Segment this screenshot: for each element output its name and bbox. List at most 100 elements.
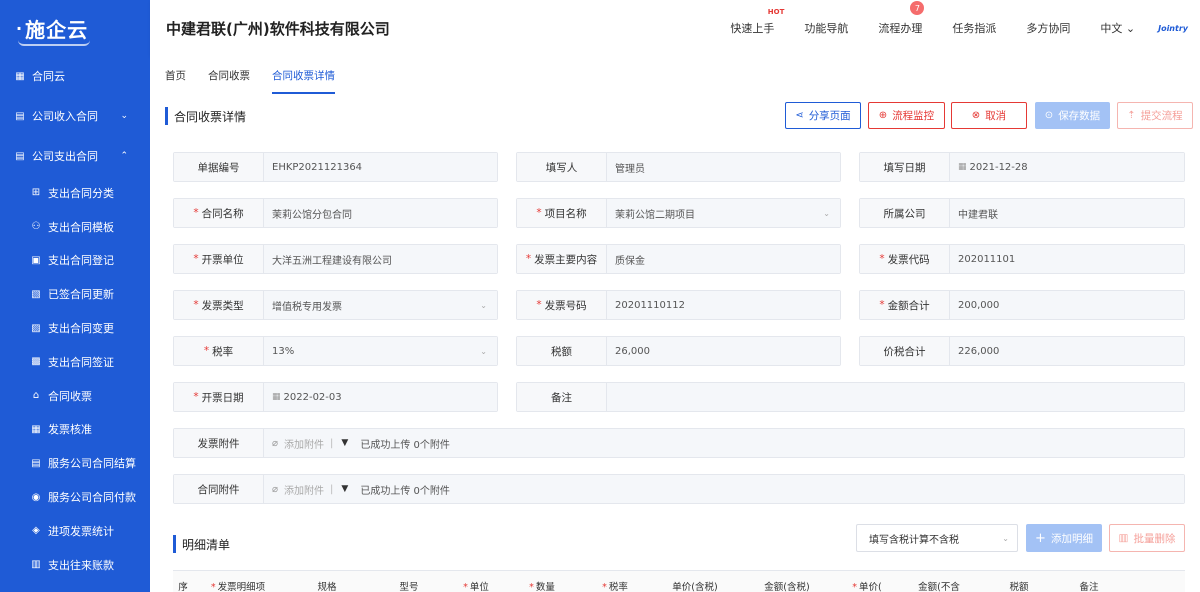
menu-task-assign[interactable]: 任务指派 bbox=[952, 20, 996, 36]
invoice-code-field[interactable]: * 发票代码 202011101 bbox=[859, 244, 1185, 274]
contract-name-input[interactable]: 茉莉公馆分包合同 bbox=[264, 199, 497, 227]
tab-contract-invoice-detail[interactable]: 合同收票详情 bbox=[272, 56, 335, 96]
sidebar-item-income-contract[interactable]: ▤ 公司收入合同 ⌄ bbox=[0, 96, 150, 136]
cancel-button[interactable]: ⊗ 取消 bbox=[951, 102, 1027, 129]
tax-mode-select[interactable]: 填写含税计算不含税 ⌄ bbox=[856, 524, 1018, 552]
monitor-button[interactable]: ⊕ 流程监控 bbox=[868, 102, 945, 129]
sidebar-subitem-label: 服务公司合同付款 bbox=[48, 491, 136, 505]
write-date-field: 填写日期 ▦ 2021-12-28 bbox=[859, 152, 1185, 182]
sidebar-subitem[interactable]: ⚇ 支出合同模板 bbox=[0, 210, 150, 244]
sidebar: · 施企云 ▦ 合同云 ▤ 公司收入合同 ⌄ ▤ 公司支出合同 ⌃ ⊞ 支出合同分类… bbox=[0, 0, 150, 592]
submit-button[interactable]: ⇡ 提交流程 bbox=[1117, 102, 1193, 129]
sidebar-subitem-label: 支出合同变更 bbox=[48, 322, 114, 336]
project-name-select[interactable]: 茉莉公馆二期项目 ⌄ bbox=[607, 199, 840, 227]
remark-field[interactable]: 备注 bbox=[516, 382, 1185, 412]
sidebar-subitem[interactable]: ◉ 服务公司合同付款 bbox=[0, 480, 150, 514]
menu-process[interactable]: 流程办理 7 bbox=[878, 1, 925, 36]
remark-input[interactable] bbox=[607, 383, 1184, 411]
ledger-icon: ▥ bbox=[31, 559, 41, 571]
tab-home[interactable]: 首页 bbox=[165, 56, 186, 96]
sidebar-subitem[interactable]: ▧ 已签合同更新 bbox=[0, 277, 150, 311]
save-button[interactable]: ⊙ 保存数据 bbox=[1035, 102, 1110, 129]
column-header: * 单位 bbox=[463, 582, 489, 592]
invoice-form: 单据编号 EHKP2021121364 填写人 管理员 填写日期 ▦ 2021-1… bbox=[165, 140, 1193, 592]
sidebar-subitem[interactable]: ▣ 支出合同登记 bbox=[0, 244, 150, 278]
tax-rate-field[interactable]: * 税率 13% ⌄ bbox=[173, 336, 498, 366]
attachment-dropdown-icon[interactable]: ▼ bbox=[341, 484, 348, 494]
tab-contract-invoice[interactable]: 合同收票 bbox=[208, 56, 250, 96]
payment-icon: ◉ bbox=[31, 491, 41, 503]
invoice-attachment-value: ⌀ 添加附件 | ▼ 已成功上传 0个附件 bbox=[264, 429, 1184, 457]
sidebar-subitem[interactable]: ▦ 发票核准 bbox=[0, 413, 150, 447]
main-content: 合同收票详情 ⋖ 分享页面 ⊕ 流程监控 ⊗ 取消 ⊙ 保存数据 ⇡ 提交流程 单据编号 … bbox=[150, 96, 1200, 592]
amount-total-input[interactable]: 200,000 bbox=[950, 291, 1184, 319]
invoice-code-input[interactable]: 202011101 bbox=[950, 245, 1184, 273]
date-text: 2021-12-28 bbox=[969, 161, 1028, 173]
sidebar-subitem[interactable]: ▥ 支出往来账款 bbox=[0, 548, 150, 582]
amount-total-field[interactable]: * 金额合计 200,000 bbox=[859, 290, 1185, 320]
button-label: 提交流程 bbox=[1140, 110, 1183, 122]
add-detail-button[interactable]: + 添加明细 bbox=[1026, 524, 1102, 552]
tax-rate-select[interactable]: 13% ⌄ bbox=[264, 337, 497, 365]
invoice-no-field[interactable]: * 发票号码 20201110112 bbox=[516, 290, 841, 320]
language-select[interactable]: 中文 ⌄ bbox=[1100, 20, 1135, 36]
column-header: 规格 bbox=[317, 582, 337, 592]
chevron-down-icon: ⌄ bbox=[823, 208, 830, 218]
invoice-type-select[interactable]: 增值税专用发票 ⌄ bbox=[264, 291, 497, 319]
sidebar-item-contract-cloud[interactable]: ▦ 合同云 bbox=[0, 56, 150, 96]
share-button[interactable]: ⋖ 分享页面 bbox=[785, 102, 861, 129]
sidebar-subitem[interactable]: ⌂ 合同收票 bbox=[0, 379, 150, 413]
menu-function-nav[interactable]: 功能导航 bbox=[804, 20, 848, 36]
logo-dot-icon: · bbox=[16, 18, 24, 38]
field-label: 备注 bbox=[517, 383, 607, 411]
column-header: * 数量 bbox=[529, 582, 555, 592]
add-attachment-button[interactable]: 添加附件 bbox=[284, 482, 324, 497]
chevron-down-icon: ⌄ bbox=[1002, 533, 1009, 543]
write-date-value: ▦ 2021-12-28 bbox=[950, 153, 1184, 181]
sidebar-subitem[interactable]: ▩ 支出合同签证 bbox=[0, 345, 150, 379]
paperclip-icon: ⌀ bbox=[272, 437, 279, 449]
issuer-input[interactable]: 大洋五洲工程建设有限公司 bbox=[264, 245, 497, 273]
top-header: 中建君联(广州)软件科技有限公司 快速上手 HOT 功能导航 流程办理 7 任务指派… bbox=[150, 0, 1200, 56]
select-value: 增值税专用发票 bbox=[272, 301, 342, 313]
sidebar-subitem[interactable]: ⊞ 支出合同分类 bbox=[0, 176, 150, 210]
upload-status: 已成功上传 0个附件 bbox=[360, 439, 450, 451]
sidebar-subitem[interactable]: ◈ 进项发票统计 bbox=[0, 514, 150, 548]
issue-date-picker[interactable]: ▦ 2022-02-03 bbox=[264, 383, 497, 411]
writer-field: 填写人 管理员 bbox=[516, 152, 841, 182]
issuer-field[interactable]: * 开票单位 大洋五洲工程建设有限公司 bbox=[173, 244, 498, 274]
price-tax-total-value: 226,000 bbox=[950, 337, 1184, 365]
chevron-down-icon: ⌄ bbox=[480, 300, 487, 310]
field-label: * 税率 bbox=[174, 337, 264, 365]
menu-quick-start[interactable]: 快速上手 HOT bbox=[730, 8, 784, 36]
chevron-up-icon: ⌃ bbox=[120, 151, 128, 161]
chevron-down-icon: ⌄ bbox=[1125, 22, 1136, 35]
invoice-content-input[interactable]: 质保金 bbox=[607, 245, 840, 273]
field-label: * 合同名称 bbox=[174, 199, 264, 227]
issue-date-field[interactable]: * 开票日期 ▦ 2022-02-03 bbox=[173, 382, 498, 412]
check-icon: ⊙ bbox=[1044, 110, 1054, 121]
project-name-field[interactable]: * 项目名称 茉莉公馆二期项目 ⌄ bbox=[516, 198, 841, 228]
attachment-dropdown-icon[interactable]: ▼ bbox=[341, 438, 348, 448]
update-icon: ▧ bbox=[31, 288, 41, 300]
calendar-icon: ▦ bbox=[272, 392, 281, 402]
menu-label: 任务指派 bbox=[952, 22, 997, 35]
contract-name-field[interactable]: * 合同名称 茉莉公馆分包合同 bbox=[173, 198, 498, 228]
invoice-no-input[interactable]: 20201110112 bbox=[607, 291, 840, 319]
sidebar-item-expense-contract[interactable]: ▤ 公司支出合同 ⌃ bbox=[0, 136, 150, 176]
sidebar-subitem[interactable]: ▤ 服务公司合同结算 bbox=[0, 446, 150, 480]
template-icon: ⚇ bbox=[31, 221, 41, 233]
brand-logo: Jointry bbox=[1158, 23, 1188, 33]
logo[interactable]: · 施企云 bbox=[0, 0, 150, 56]
invoice-content-field[interactable]: * 发票主要内容 质保金 bbox=[516, 244, 841, 274]
contract-icon: ▤ bbox=[15, 150, 25, 162]
sidebar-subitem[interactable]: ▨ 支出合同变更 bbox=[0, 311, 150, 345]
invoice-type-field[interactable]: * 发票类型 增值税专用发票 ⌄ bbox=[173, 290, 498, 320]
batch-delete-button[interactable]: ▥ 批量删除 bbox=[1109, 524, 1185, 552]
menu-collaboration[interactable]: 多方协同 bbox=[1026, 20, 1070, 36]
writer-value: 管理员 bbox=[607, 153, 840, 181]
header-menu: 快速上手 HOT 功能导航 流程办理 7 任务指派 多方协同 中文 ⌄ Jointr… bbox=[715, 0, 1200, 56]
add-attachment-button[interactable]: 添加附件 bbox=[284, 436, 324, 451]
doc-no-value: EHKP2021121364 bbox=[264, 153, 497, 181]
section-title-text: 合同收票详情 bbox=[174, 109, 247, 124]
